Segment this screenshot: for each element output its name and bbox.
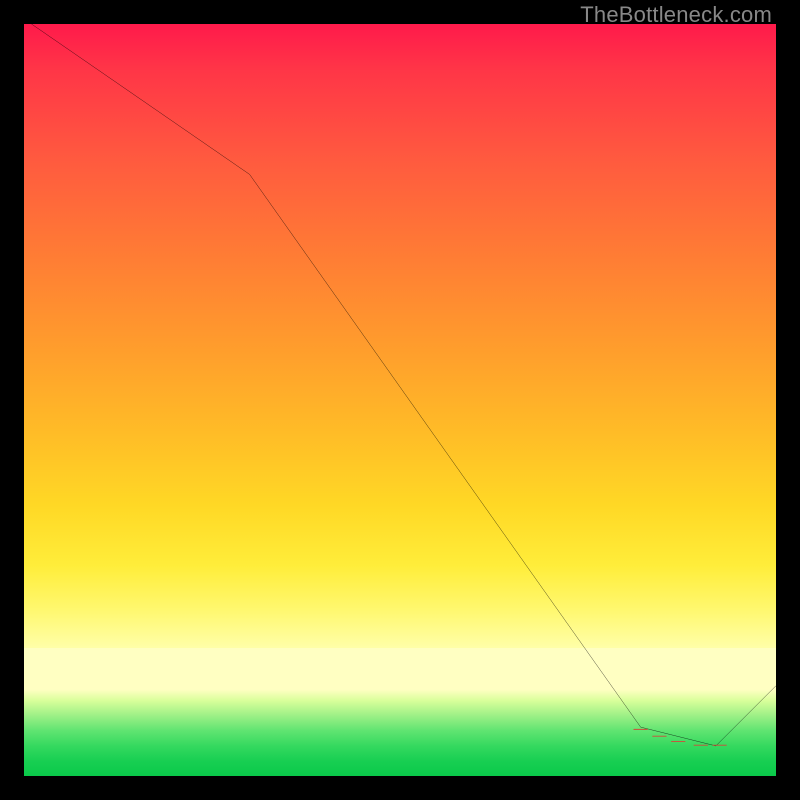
watermark-label: TheBottleneck.com bbox=[580, 2, 772, 28]
line-series bbox=[24, 24, 776, 776]
chart-frame: TheBottleneck.com bbox=[0, 0, 800, 800]
curve-path bbox=[32, 24, 776, 746]
plot-area bbox=[24, 24, 776, 776]
